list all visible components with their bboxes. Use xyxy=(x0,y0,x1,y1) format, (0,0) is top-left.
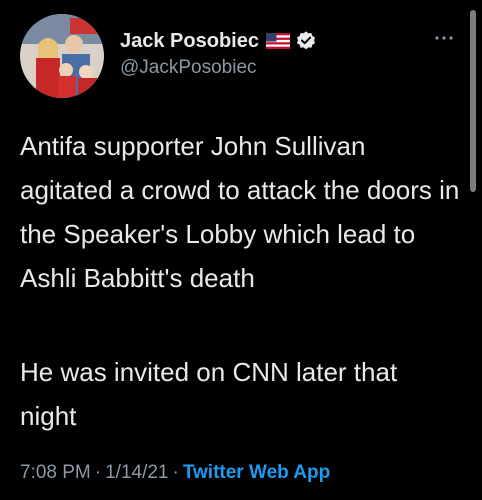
tweet-text-paragraph: He was invited on CNN later that night xyxy=(20,357,398,431)
us-flag-icon xyxy=(265,33,290,49)
tweet-meta: 7:08 PM · 1/14/21 · Twitter Web App xyxy=(20,462,330,484)
tweet: Jack Posobiec @JackPosobiec Antifa suppo… xyxy=(0,0,482,500)
separator: · xyxy=(172,462,179,483)
verified-badge-icon xyxy=(296,31,315,50)
name-row: Jack Posobiec xyxy=(120,29,317,53)
more-options-icon[interactable] xyxy=(432,28,456,48)
tweet-source[interactable]: Twitter Web App xyxy=(183,462,330,483)
scrollbar[interactable] xyxy=(470,10,476,192)
author-info: Jack Posobiec @JackPosobiec xyxy=(120,29,317,79)
separator: · xyxy=(94,462,102,483)
tweet-time[interactable]: 7:08 PM xyxy=(20,462,91,483)
handle[interactable]: @JackPosobiec xyxy=(120,57,317,79)
avatar-photo xyxy=(20,14,104,98)
display-name[interactable]: Jack Posobiec xyxy=(120,30,259,53)
tweet-text-paragraph: Antifa supporter John Sullivan agitated … xyxy=(20,131,460,293)
tweet-date[interactable]: 1/14/21 xyxy=(105,462,168,483)
avatar[interactable] xyxy=(20,14,104,98)
